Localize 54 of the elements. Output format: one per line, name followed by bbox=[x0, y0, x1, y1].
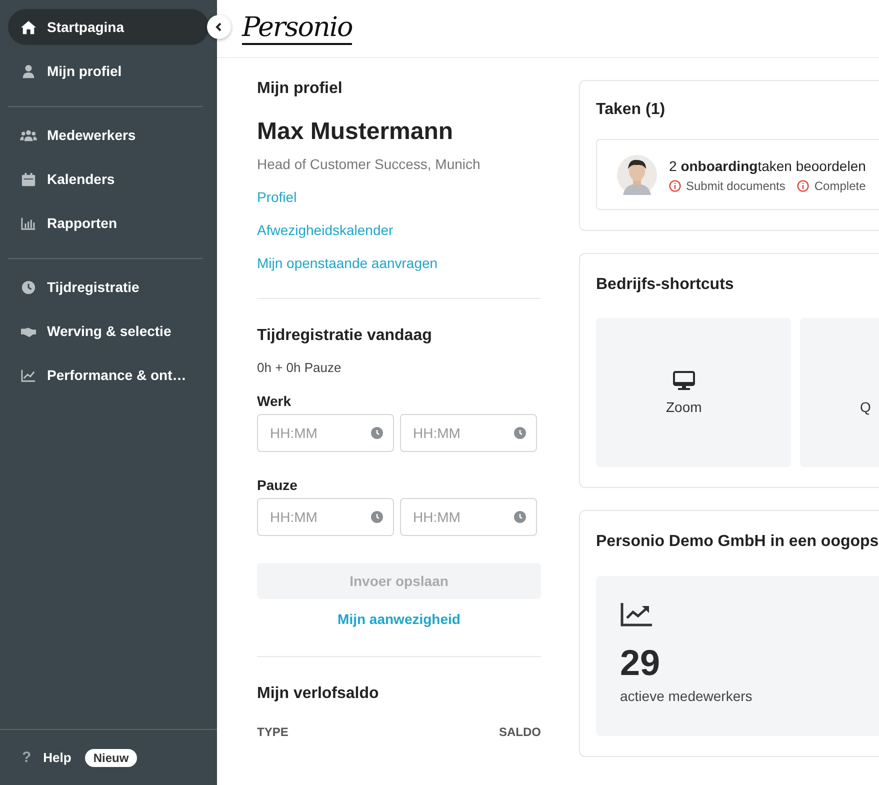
task-item[interactable]: 2 onboardingtaken beoordelen Submit documents Complete bbox=[596, 139, 879, 210]
profile-name: Max Mustermann bbox=[257, 118, 454, 146]
line-chart-icon bbox=[20, 368, 37, 382]
column-header: SALDO bbox=[499, 725, 541, 739]
info-icon bbox=[797, 180, 810, 192]
sidebar-item[interactable]: Startpagina bbox=[8, 9, 209, 45]
shortcut-tile[interactable]: Q bbox=[800, 318, 879, 467]
section-title: Mijn profiel bbox=[257, 80, 344, 98]
sidebar-item[interactable]: Mijn profiel bbox=[8, 53, 209, 89]
column-header: TYPE bbox=[257, 725, 288, 739]
new-badge: Nieuw bbox=[85, 748, 137, 766]
monitor-icon bbox=[672, 370, 695, 390]
section-title: Tijdregistratie vandaag bbox=[257, 327, 433, 345]
sidebar-item[interactable]: Tijdregistratie bbox=[8, 269, 209, 305]
time-field[interactable]: HH:MM bbox=[400, 414, 537, 452]
shortcut-tile[interactable]: Zoom bbox=[596, 318, 791, 467]
sidebar-item[interactable]: Performance & ont… bbox=[8, 357, 209, 393]
info-icon bbox=[669, 180, 681, 192]
time-field[interactable]: HH:MM bbox=[400, 498, 537, 536]
subtask-label: Submit documents bbox=[686, 178, 786, 192]
line-chart-icon bbox=[620, 603, 652, 627]
card-title: Personio Demo GmbH in een oogops bbox=[596, 533, 879, 551]
calendar-icon bbox=[20, 172, 37, 186]
logo[interactable]: Personio bbox=[242, 12, 352, 44]
help-icon: ? bbox=[22, 749, 32, 766]
clock-icon bbox=[371, 511, 383, 523]
home-icon bbox=[20, 20, 37, 34]
person-icon bbox=[20, 64, 37, 78]
collapse-button[interactable] bbox=[207, 15, 231, 39]
stat-label: actieve medewerkers bbox=[620, 688, 754, 704]
section-title: Mijn verlofsaldo bbox=[257, 685, 380, 703]
card-title: Taken (1) bbox=[596, 101, 666, 119]
clock-icon bbox=[514, 511, 526, 523]
chevron-left-icon bbox=[214, 22, 224, 32]
help-link[interactable]: Help bbox=[43, 750, 72, 765]
time-field[interactable]: HH:MM bbox=[257, 498, 394, 536]
sidebar-item[interactable]: Medewerkers bbox=[8, 117, 209, 153]
stat-value: 29 bbox=[620, 642, 662, 684]
sidebar-item[interactable]: Kalenders bbox=[8, 161, 209, 197]
clock-icon bbox=[20, 280, 37, 294]
profile-role: Head of Customer Success, Munich bbox=[257, 156, 482, 172]
bar-chart-icon bbox=[20, 216, 37, 230]
field-label: Werk bbox=[257, 393, 292, 409]
time-field[interactable]: HH:MM bbox=[257, 414, 394, 452]
card-title: Bedrijfs-shortcuts bbox=[596, 276, 735, 294]
clock-icon bbox=[514, 427, 526, 439]
sidebar-item[interactable]: Rapporten bbox=[8, 205, 209, 241]
people-icon bbox=[20, 128, 37, 142]
time-summary: 0h + 0h Pauze bbox=[257, 360, 342, 375]
subtask-label: Complete bbox=[814, 178, 866, 192]
clock-icon bbox=[371, 427, 383, 439]
task-text: 2 onboardingtaken beoordelen bbox=[669, 158, 866, 174]
sidebar-item[interactable]: Werving & selectie bbox=[8, 313, 209, 349]
field-label: Pauze bbox=[257, 477, 298, 493]
